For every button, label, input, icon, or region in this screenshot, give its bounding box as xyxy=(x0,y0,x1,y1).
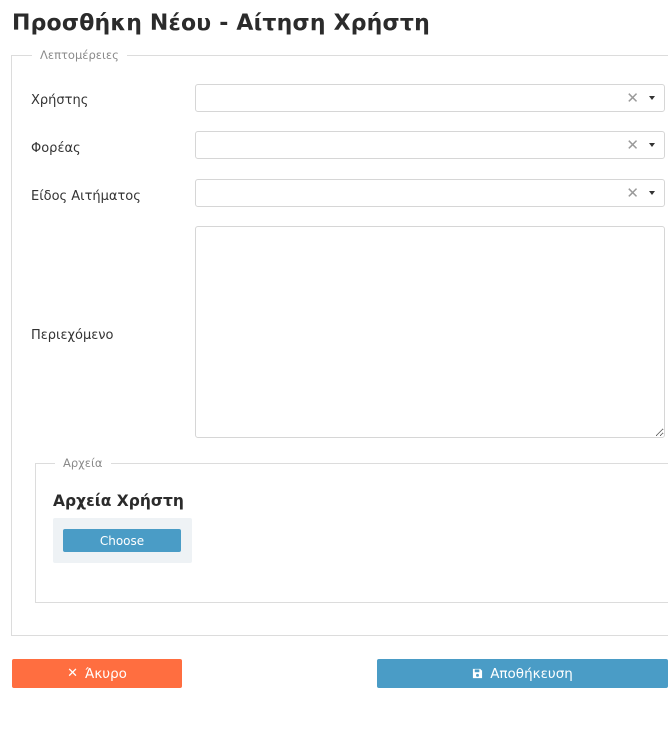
caret-down-icon[interactable] xyxy=(649,96,655,100)
cancel-button-label: Άκυρο xyxy=(84,665,127,682)
organization-select[interactable]: ✕ xyxy=(195,131,665,159)
close-icon: ✕ xyxy=(67,666,78,681)
user-label: Χρήστης xyxy=(31,93,89,108)
upload-panel: Choose xyxy=(53,518,192,563)
clear-icon[interactable]: ✕ xyxy=(626,183,639,203)
details-legend: Λεπτομέρειες xyxy=(32,48,127,62)
clear-icon[interactable]: ✕ xyxy=(626,135,639,155)
floppy-disk-icon xyxy=(473,668,483,679)
details-fieldset: Λεπτομέρειες Χρήστης ✕ Φορέας ✕ Είδος Αι… xyxy=(11,48,668,636)
files-legend: Αρχεία xyxy=(55,456,111,470)
files-title: Αρχεία Χρήστη xyxy=(53,492,184,510)
user-select[interactable]: ✕ xyxy=(195,84,665,112)
caret-down-icon[interactable] xyxy=(649,143,655,147)
clear-icon[interactable]: ✕ xyxy=(626,88,639,108)
request-type-label: Είδος Αιτήματος xyxy=(31,189,141,204)
caret-down-icon[interactable] xyxy=(649,191,655,195)
files-fieldset: Αρχεία Αρχεία Χρήστη Choose xyxy=(35,456,668,603)
request-type-select[interactable]: ✕ xyxy=(195,179,665,207)
cancel-button[interactable]: ✕ Άκυρο xyxy=(12,659,182,688)
save-button[interactable]: Αποθήκευση xyxy=(377,659,668,688)
save-button-label: Αποθήκευση xyxy=(490,665,573,682)
content-textarea[interactable] xyxy=(195,226,665,438)
page-title: Προσθήκη Νέου - Αίτηση Χρήστη xyxy=(12,11,430,36)
content-label: Περιεχόμενο xyxy=(31,328,114,343)
choose-file-button[interactable]: Choose xyxy=(63,529,181,552)
organization-label: Φορέας xyxy=(31,141,81,156)
